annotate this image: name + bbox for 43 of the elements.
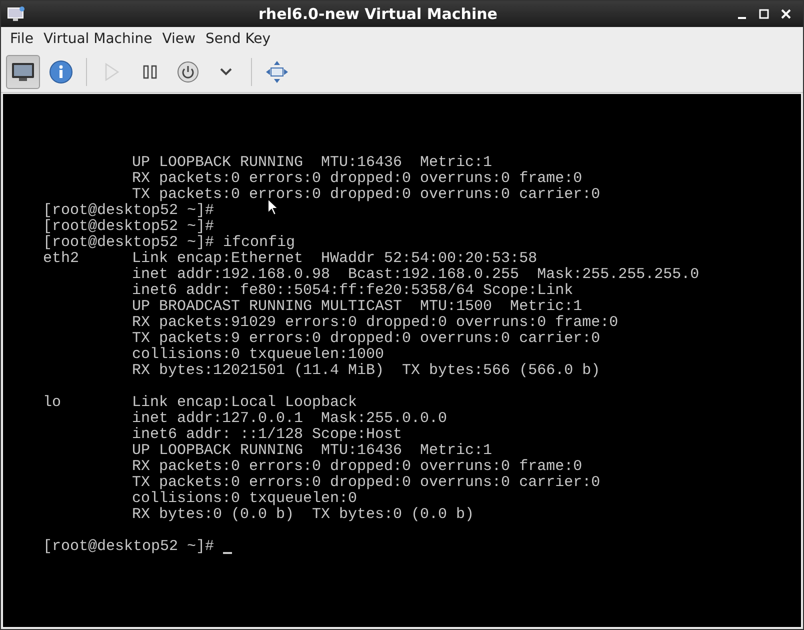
interface-name: eth2 [43, 251, 80, 267]
play-icon [104, 62, 120, 80]
monitor-icon [7, 6, 25, 22]
terminal-line: RX packets:0 errors:0 dropped:0 overruns:0 frame:0 [132, 171, 582, 187]
terminal-line: [root@desktop52 ~]# [43, 219, 214, 235]
pointer-icon [267, 198, 279, 216]
maximize-icon [759, 9, 769, 19]
pause-icon [143, 64, 157, 78]
terminal-line: inet6 addr: fe80::5054:ff:fe20:5358/64 Scope:Link [132, 283, 574, 299]
terminal-line: RX packets:91029 errors:0 dropped:0 overruns:0 frame:0 [132, 315, 618, 331]
terminal-line: TX packets:9 errors:0 dropped:0 overruns:0 carrier:0 [132, 331, 600, 347]
terminal-line: RX bytes:0 (0.0 b) TX bytes:0 (0.0 b) [132, 507, 474, 523]
terminal-line: inet6 addr: ::1/128 Scope:Host [132, 427, 402, 443]
terminal-line: RX packets:0 errors:0 dropped:0 overruns:0 frame:0 [132, 459, 582, 475]
close-icon [781, 9, 791, 19]
terminal-line: RX bytes:12021501 (11.4 MiB) TX bytes:566 (566.0 b) [132, 363, 600, 379]
terminal-line: Link encap:Local Loopback [132, 395, 358, 411]
terminal-line: UP LOOPBACK RUNNING MTU:16436 Metric:1 [132, 443, 492, 459]
caret-icon [220, 68, 232, 76]
monitor-icon [11, 62, 35, 82]
power-icon [177, 60, 199, 82]
terminal-line: [root@desktop52 ~]# [43, 203, 214, 219]
minimize-icon [738, 16, 746, 18]
resize-icon [265, 60, 289, 84]
terminal-line: [root@desktop52 ~]# ifconfig [43, 235, 296, 251]
terminal-line: inet addr:192.168.0.98 Bcast:192.168.0.255 Mask:255.255.255.0 [132, 267, 700, 283]
terminal-line: collisions:0 txqueuelen:0 [132, 491, 358, 507]
terminal-line: [root@desktop52 ~]# [43, 539, 214, 555]
terminal-line: Link encap:Ethernet HWaddr 52:54:00:20:53:58 [132, 251, 538, 267]
menu-item[interactable]: Send Key [200, 29, 276, 49]
info-icon [49, 60, 73, 84]
terminal-line: UP BROADCAST RUNNING MULTICAST MTU:1500 Metric:1 [132, 299, 582, 315]
terminal-line: UP LOOPBACK RUNNING MTU:16436 Metric:1 [132, 155, 492, 171]
menu-item[interactable]: File [5, 29, 38, 49]
terminal-line: collisions:0 txqueuelen:1000 [132, 347, 384, 363]
window-title: rhel6.0-new Virtual Machine [258, 5, 498, 23]
terminal-line: TX packets:0 errors:0 dropped:0 overruns:0 carrier:0 [132, 187, 600, 203]
toolbar-button[interactable] [6, 54, 40, 88]
terminal-line: TX packets:0 errors:0 dropped:0 overruns:0 carrier:0 [132, 475, 600, 491]
interface-name: lo [43, 395, 62, 411]
menu-item[interactable]: Virtual Machine [38, 29, 158, 49]
menu-item[interactable]: View [157, 29, 200, 49]
terminal-line: inet addr:127.0.0.1 Mask:255.0.0.0 [132, 411, 448, 427]
